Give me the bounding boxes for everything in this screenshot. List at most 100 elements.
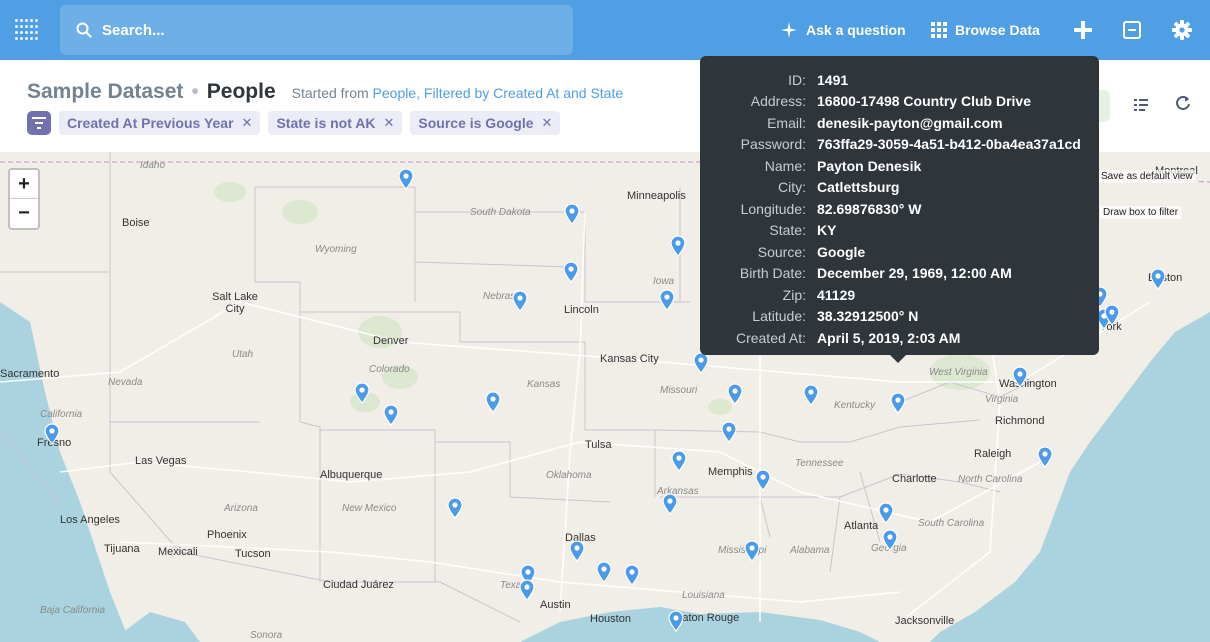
- tooltip-row: Latitude: 38.32912500° N: [712, 306, 1087, 328]
- state-label: Utah: [232, 349, 254, 360]
- city-label: Tulsa: [585, 439, 612, 451]
- tooltip-key: City:: [778, 179, 806, 196]
- started-from: Started from People, Filtered by Created…: [292, 85, 624, 101]
- filter-pill[interactable]: Source is Google ✕: [410, 111, 561, 135]
- state-label: Sonora: [250, 630, 283, 641]
- map-pin-icon[interactable]: [1104, 304, 1120, 326]
- tooltip-value: Catlettsburg: [817, 179, 900, 196]
- map-pin-icon[interactable]: [1150, 268, 1166, 290]
- city-label: Jacksonville: [895, 615, 955, 627]
- city-label: Minneapolis: [627, 190, 686, 202]
- table-name[interactable]: People: [207, 80, 276, 104]
- state-label: Nevada: [108, 377, 143, 388]
- draw-box-filter-button[interactable]: Draw box to filter: [1100, 206, 1182, 219]
- browse-data-button[interactable]: Browse Data: [931, 0, 1040, 60]
- city-label: Austin: [540, 599, 571, 611]
- filter-toggle-button[interactable]: [27, 111, 51, 135]
- city-label: Tucson: [235, 548, 271, 560]
- remove-filter-icon[interactable]: ✕: [383, 115, 394, 131]
- city-label: Denver: [373, 335, 409, 347]
- city-label: Richmond: [995, 415, 1045, 427]
- metabase-logo-icon[interactable]: [14, 18, 42, 42]
- new-plus-icon[interactable]: [1071, 18, 1095, 42]
- search-input[interactable]: Search...: [60, 5, 573, 55]
- map-pin-icon[interactable]: [744, 540, 760, 562]
- filter-pill[interactable]: Created At Previous Year ✕: [59, 111, 261, 135]
- map-pin-icon[interactable]: [447, 497, 463, 519]
- map-pin-icon[interactable]: [671, 450, 687, 472]
- map-pin-icon[interactable]: [803, 384, 819, 406]
- map-pin-icon[interactable]: [890, 392, 906, 414]
- map-pin-icon[interactable]: [668, 610, 684, 632]
- map-pin-icon[interactable]: [662, 493, 678, 515]
- started-from-link[interactable]: People, Filtered by Created At and State: [373, 85, 624, 101]
- tooltip-value: December 29, 1969, 12:00 AM: [817, 265, 1012, 282]
- sql-editor-icon[interactable]: [1120, 18, 1144, 42]
- remove-filter-icon[interactable]: ✕: [542, 115, 553, 131]
- state-label: Arizona: [224, 503, 258, 514]
- list-icon[interactable]: [1134, 98, 1148, 116]
- tooltip-row: State: KY: [712, 220, 1087, 242]
- map-pin-icon[interactable]: [670, 235, 686, 257]
- map-pin-icon[interactable]: [354, 382, 370, 404]
- map-pin-icon[interactable]: [564, 203, 580, 225]
- map-pin-icon[interactable]: [882, 529, 898, 551]
- map-pin-icon[interactable]: [485, 391, 501, 413]
- state-label: West Virginia: [929, 367, 988, 378]
- save-default-view-button[interactable]: Save as default view: [1098, 170, 1196, 183]
- map-pin-icon[interactable]: [519, 579, 535, 601]
- tooltip-value: Payton Denesik: [817, 157, 922, 174]
- city-label: Lincoln: [564, 304, 599, 316]
- city-label: Houston: [590, 613, 631, 625]
- remove-filter-icon[interactable]: ✕: [242, 115, 253, 131]
- ask-question-button[interactable]: Ask a question: [780, 0, 906, 60]
- tooltip-value: 38.32912500° N: [817, 308, 919, 325]
- tooltip-key: Address:: [750, 93, 806, 110]
- map-pin-icon[interactable]: [596, 561, 612, 583]
- database-name[interactable]: Sample Dataset: [27, 80, 183, 104]
- map-pin-icon[interactable]: [1037, 446, 1053, 468]
- map-pin-icon[interactable]: [721, 421, 737, 443]
- state-label: Virginia: [985, 394, 1019, 405]
- tooltip-value: 1491: [817, 71, 849, 88]
- gear-icon[interactable]: [1170, 18, 1194, 42]
- city-label: Phoenix: [207, 529, 247, 541]
- city-label: Sacramento: [0, 368, 60, 380]
- refresh-icon[interactable]: [1175, 95, 1191, 116]
- state-label: Colorado: [369, 364, 410, 375]
- state-label: North Carolina: [958, 474, 1023, 485]
- map-pin-icon[interactable]: [1012, 366, 1028, 388]
- state-label: Alabama: [790, 545, 830, 556]
- zoom-control: + −: [8, 168, 40, 230]
- tooltip-value: April 5, 2019, 2:03 AM: [817, 329, 961, 346]
- top-nav: Search... Ask a question Browse Data: [0, 0, 1210, 60]
- state-label: Kansas: [527, 379, 561, 390]
- map-pin-icon[interactable]: [755, 469, 771, 491]
- map-pin-icon[interactable]: [693, 352, 709, 374]
- map-pin-icon[interactable]: [624, 564, 640, 586]
- map-pin-icon[interactable]: [383, 404, 399, 426]
- map-pin-icon[interactable]: [659, 289, 675, 311]
- tooltip-row: Birth Date: December 29, 1969, 12:00 AM: [712, 263, 1087, 285]
- city-label: Mexicali: [158, 546, 198, 558]
- city-label: Memphis: [708, 466, 753, 478]
- pin-tooltip: ID: 1491 Address: 16800-17498 Country Club…: [700, 56, 1099, 363]
- tooltip-key: Name:: [764, 157, 806, 174]
- map-pin-icon[interactable]: [727, 383, 743, 405]
- map-pin-icon[interactable]: [398, 168, 414, 190]
- zoom-in-button[interactable]: +: [10, 170, 38, 199]
- map-pin-icon[interactable]: [563, 261, 579, 283]
- sparkle-icon: [781, 22, 797, 38]
- map-pin-icon[interactable]: [44, 423, 60, 445]
- filter-pill[interactable]: State is not AK ✕: [268, 111, 403, 135]
- zoom-out-button[interactable]: −: [10, 199, 38, 228]
- state-label: Kentucky: [834, 400, 876, 411]
- map-pin-icon[interactable]: [569, 540, 585, 562]
- tooltip-key: Password:: [740, 136, 806, 153]
- filter-bar: Created At Previous Year ✕ State is not A…: [27, 111, 561, 135]
- city-label: Boise: [122, 217, 150, 229]
- state-label: Baja California: [40, 605, 106, 616]
- map-pin-icon[interactable]: [878, 502, 894, 524]
- map-pin-icon[interactable]: [512, 290, 528, 312]
- state-label: New Mexico: [342, 503, 397, 514]
